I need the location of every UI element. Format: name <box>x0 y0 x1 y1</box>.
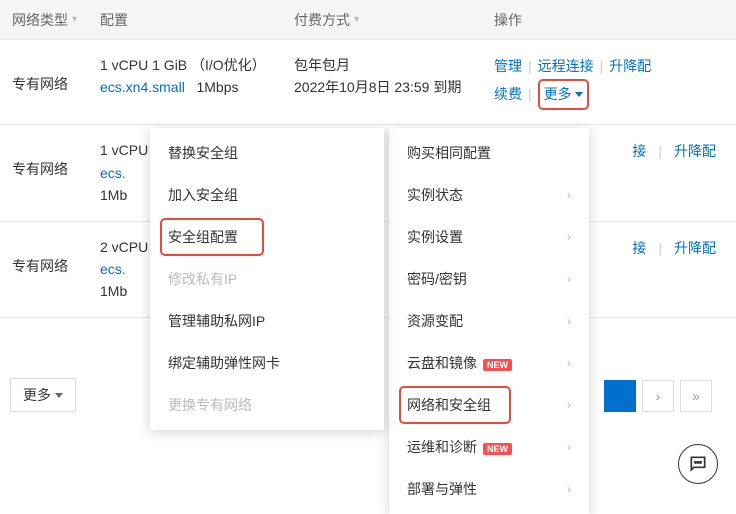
chat-icon <box>688 454 708 474</box>
upgrade-link[interactable]: 升降配 <box>674 139 716 164</box>
caret-down-icon <box>575 92 583 97</box>
menu-disk-image[interactable]: 云盘和镜像NEW› <box>389 342 589 384</box>
footer-more-button[interactable]: 更多 <box>10 378 76 412</box>
new-badge: NEW <box>483 359 512 371</box>
col-network-type[interactable]: 网络类型▾ <box>0 10 100 30</box>
pager-next[interactable]: › <box>642 380 674 412</box>
cell-config: 1 vCPU 1 GiB （I/O优化） ecs.xn4.small 1Mbps <box>100 54 294 99</box>
menu-ops-diag[interactable]: 运维和诊断NEW› <box>389 426 589 468</box>
col-config: 配置 <box>100 10 294 30</box>
more-dropdown-button[interactable]: 更多 <box>538 79 589 110</box>
cell-network: 专有网络 <box>0 54 100 94</box>
col-operation: 操作 <box>494 10 736 30</box>
chevron-right-icon: › <box>567 398 571 412</box>
pagination: › » <box>604 380 712 412</box>
cell-network: 专有网络 <box>0 236 100 276</box>
chevron-right-icon: › <box>567 272 571 286</box>
col-pay-method[interactable]: 付费方式▾ <box>294 10 494 30</box>
menu-change-vpc: 更换专有网络 <box>150 384 384 426</box>
menu-instance-status[interactable]: 实例状态› <box>389 174 589 216</box>
menu-replace-secgroup[interactable]: 替换安全组 <box>150 132 384 174</box>
chevron-right-icon: › <box>567 230 571 244</box>
cell-payment: 包年包月 2022年10月8日 23:59 到期 <box>294 54 494 99</box>
security-submenu: 替换安全组 加入安全组 安全组配置 修改私有IP 管理辅助私网IP 绑定辅助弹性… <box>150 128 384 430</box>
caret-down-icon <box>55 393 63 398</box>
menu-secgroup-config[interactable]: 安全组配置 <box>150 216 384 258</box>
table-header: 网络类型▾ 配置 付费方式▾ 操作 <box>0 0 736 40</box>
chevron-right-icon: › <box>567 188 571 202</box>
menu-deploy-elastic[interactable]: 部署与弹性› <box>389 468 589 510</box>
new-badge: NEW <box>483 443 512 455</box>
menu-instance-settings[interactable]: 实例设置› <box>389 216 589 258</box>
pager-last[interactable]: » <box>680 380 712 412</box>
connect-link[interactable]: 接 <box>632 139 646 164</box>
cell-network: 专有网络 <box>0 139 100 179</box>
chevron-right-icon: › <box>567 440 571 454</box>
footer-toolbar: 更多 <box>10 378 76 412</box>
menu-modify-private-ip: 修改私有IP <box>150 258 384 300</box>
menu-buy-same[interactable]: 购买相同配置 <box>389 132 589 174</box>
chat-button[interactable] <box>678 444 718 484</box>
table-row: 专有网络 1 vCPU 1 GiB （I/O优化） ecs.xn4.small … <box>0 40 736 125</box>
chevron-right-icon: › <box>567 482 571 496</box>
menu-network-secgroup[interactable]: 网络和安全组› <box>389 384 589 426</box>
menu-resource-change[interactable]: 资源变配› <box>389 300 589 342</box>
menu-manage-secondary-ip[interactable]: 管理辅助私网IP <box>150 300 384 342</box>
remote-connect-link[interactable]: 远程连接 <box>538 54 594 79</box>
menu-bind-eni[interactable]: 绑定辅助弹性网卡 <box>150 342 384 384</box>
cell-operations: 管理| 远程连接| 升降配 续费| 更多 <box>494 54 736 110</box>
menu-password-key[interactable]: 密码/密钥› <box>389 258 589 300</box>
instance-type-link[interactable]: ecs.xn4.small <box>100 79 185 95</box>
chevron-right-icon: › <box>567 356 571 370</box>
sort-icon: ▾ <box>354 14 359 25</box>
menu-join-secgroup[interactable]: 加入安全组 <box>150 174 384 216</box>
connect-link[interactable]: 接 <box>632 236 646 261</box>
upgrade-link[interactable]: 升降配 <box>609 54 651 79</box>
chevron-right-icon: › <box>567 314 571 328</box>
upgrade-link[interactable]: 升降配 <box>674 236 716 261</box>
pager-current[interactable] <box>604 380 636 412</box>
renew-link[interactable]: 续费 <box>494 82 522 107</box>
sort-icon: ▾ <box>72 14 77 25</box>
manage-link[interactable]: 管理 <box>494 54 522 79</box>
more-menu: 购买相同配置 实例状态› 实例设置› 密码/密钥› 资源变配› 云盘和镜像NEW… <box>389 128 589 514</box>
